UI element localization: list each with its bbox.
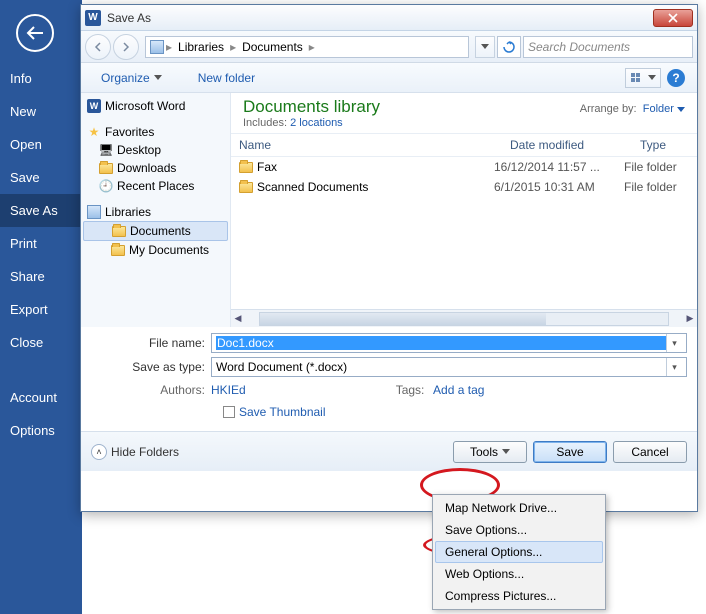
menu-options[interactable]: Options [0,414,82,447]
folder-icon [239,182,253,193]
star-icon: ★ [87,125,101,139]
nav-tree: WMicrosoft Word ★Favorites 🖥Desktop Down… [81,93,231,327]
hide-folders-button[interactable]: ˄ Hide Folders [91,444,179,460]
nav-forward[interactable] [113,34,139,60]
crumb-documents[interactable]: Documents [238,40,307,54]
dialog-footer: ˄ Hide Folders Tools Save Cancel [81,431,697,471]
save-type-select[interactable]: Word Document (*.docx)▾ [211,357,687,377]
view-button[interactable] [625,68,661,88]
tools-general-options[interactable]: General Options... [435,541,603,563]
cancel-button[interactable]: Cancel [613,441,687,463]
save-form: File name: Doc1.docx▾ Save as type: Word… [81,327,697,431]
crumb-dropdown[interactable] [475,36,495,58]
crumb-libraries[interactable]: Libraries [174,40,228,54]
libraries-icon [87,205,101,219]
titlebar: W Save As [81,5,697,31]
col-type[interactable]: Type [632,134,697,156]
word-icon: W [87,99,101,113]
search-input[interactable]: Search Documents [523,36,693,58]
menu-new[interactable]: New [0,95,82,128]
tools-dropdown-menu: Map Network Drive... Save Options... Gen… [432,494,606,610]
menu-share[interactable]: Share [0,260,82,293]
authors-value[interactable]: HKIEd [211,383,246,397]
authors-label: Authors: [149,383,211,397]
save-thumbnail-checkbox[interactable] [223,406,235,418]
breadcrumb-bar[interactable]: ▸ Libraries ▸ Documents ▸ [145,36,469,58]
menu-save[interactable]: Save [0,161,82,194]
dropdown-icon[interactable]: ▾ [666,334,682,352]
col-date[interactable]: Date modified [502,134,632,156]
menu-save-as[interactable]: Save As [0,194,82,227]
save-as-dialog: W Save As ▸ Libraries ▸ Documents ▸ Sear… [80,4,698,512]
tools-save-options[interactable]: Save Options... [435,519,603,541]
folder-icon [239,162,253,173]
tree-downloads[interactable]: Downloads [81,159,230,177]
tags-label: Tags: [396,383,431,397]
locations-link[interactable]: 2 locations [290,117,343,129]
recent-icon: 🕘 [99,179,113,193]
new-folder-button[interactable]: New folder [190,67,263,89]
dialog-title: Save As [107,11,653,25]
refresh-button[interactable] [497,36,521,58]
tree-documents[interactable]: Documents [83,221,228,241]
tools-compress-pictures[interactable]: Compress Pictures... [435,585,603,607]
close-button[interactable] [653,9,693,27]
word-backstage-panel: Info New Open Save Save As Print Share E… [0,0,82,614]
menu-export[interactable]: Export [0,293,82,326]
tree-my-documents[interactable]: My Documents [81,241,230,259]
save-button[interactable]: Save [533,441,607,463]
tree-favorites[interactable]: ★Favorites [81,123,230,141]
tree-libraries[interactable]: Libraries [81,203,230,221]
file-row[interactable]: Scanned Documents 6/1/2015 10:31 AM File… [231,177,697,197]
file-name-label: File name: [91,336,211,350]
tools-web-options[interactable]: Web Options... [435,563,603,585]
horizontal-scrollbar[interactable]: ◀ ▶ [231,309,697,327]
downloads-icon [99,161,113,175]
tree-desktop[interactable]: 🖥Desktop [81,141,230,159]
chevron-up-icon: ˄ [91,444,107,460]
col-name[interactable]: Name [231,134,502,156]
save-type-label: Save as type: [91,360,211,374]
column-headers[interactable]: Name Date modified Type [231,134,697,157]
tree-recent[interactable]: 🕘Recent Places [81,177,230,195]
library-subtitle: Includes: 2 locations [243,117,580,129]
nav-bar: ▸ Libraries ▸ Documents ▸ Search Documen… [81,31,697,63]
menu-close[interactable]: Close [0,326,82,359]
word-icon: W [85,10,101,26]
nav-back[interactable] [85,34,111,60]
save-thumbnail-label: Save Thumbnail [239,405,326,419]
tags-value[interactable]: Add a tag [433,383,484,397]
menu-print[interactable]: Print [0,227,82,260]
file-list-pane: Documents library Includes: 2 locations … [231,93,697,327]
menu-account[interactable]: Account [0,381,82,414]
tools-button[interactable]: Tools [453,441,527,463]
folder-icon [111,243,125,257]
backstage-menu: Info New Open Save Save As Print Share E… [0,62,82,447]
menu-open[interactable]: Open [0,128,82,161]
menu-info[interactable]: Info [0,62,82,95]
organize-button[interactable]: Organize [93,67,170,89]
help-button[interactable]: ? [667,69,685,87]
arrange-value[interactable]: Folder [643,103,685,115]
desktop-icon: 🖥 [99,143,113,157]
tree-ms-word[interactable]: WMicrosoft Word [81,97,230,115]
toolbar: Organize New folder ? [81,63,697,93]
dropdown-icon[interactable]: ▾ [666,358,682,376]
arrange-by: Arrange by: Folder [580,97,685,115]
file-row[interactable]: Fax 16/12/2014 11:57 ... File folder [231,157,697,177]
libraries-icon [150,40,164,54]
documents-icon [112,224,126,238]
file-name-input[interactable]: Doc1.docx▾ [211,333,687,353]
back-button[interactable] [16,14,54,52]
tools-map-network-drive[interactable]: Map Network Drive... [435,497,603,519]
library-title: Documents library [243,97,580,117]
